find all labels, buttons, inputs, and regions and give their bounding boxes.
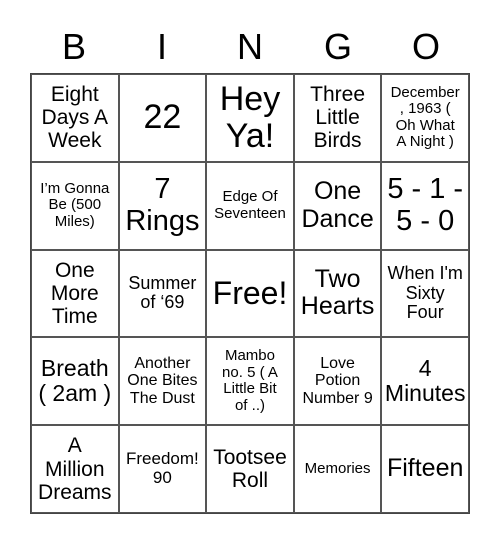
bingo-cell: Three Little Birds xyxy=(293,74,382,162)
bingo-cell: Tootsee Roll xyxy=(206,425,294,513)
bingo-card-grid: Eight Days A Week 22 Hey Ya! Three Little B… xyxy=(30,73,470,514)
header-letter-b: B xyxy=(61,26,86,67)
bingo-cell: Memories xyxy=(293,425,382,513)
bingo-cell: I’m Gonna Be (500 Miles) xyxy=(31,161,119,250)
bingo-cell: Hey Ya! xyxy=(206,74,294,162)
bingo-cell: 5 - 1 - 5 - 0 xyxy=(381,161,469,250)
bingo-cell: Freedom! 90 xyxy=(118,425,207,513)
bingo-cell: When I'm Sixty Four xyxy=(381,249,469,338)
bingo-cell: One Dance xyxy=(293,161,382,250)
header-letter-n: N xyxy=(237,26,263,67)
bingo-cell: Summer of ‘69 xyxy=(118,249,207,338)
bingo-cell: Two Hearts xyxy=(293,249,382,338)
bingo-cell: Fifteen xyxy=(381,425,469,513)
bingo-cell: Love Potion Number 9 xyxy=(293,337,382,426)
bingo-cell: A Million Dreams xyxy=(31,425,119,513)
bingo-cell: Edge Of Seventeen xyxy=(206,161,294,250)
header-letter-g: G xyxy=(323,26,352,67)
bingo-cell: December , 1963 ( Oh What A Night ) xyxy=(381,74,469,162)
bingo-cell: One More Time xyxy=(31,249,119,338)
header-letter-o: O xyxy=(411,26,440,67)
header-letter-i: I xyxy=(156,26,167,67)
bingo-cell: 22 xyxy=(118,74,207,162)
bingo-cell: 4 Minutes xyxy=(381,337,469,426)
bingo-cell: Free! xyxy=(206,249,294,338)
bingo-cell: Breath ( 2am ) xyxy=(31,337,119,426)
bingo-cell: 7 Rings xyxy=(118,161,207,250)
bingo-cell: Another One Bites The Dust xyxy=(118,337,207,426)
bingo-cell: Mambo no. 5 ( A Little Bit of ..) xyxy=(206,337,294,426)
bingo-header: B I N G O xyxy=(30,22,470,72)
bingo-cell: Eight Days A Week xyxy=(31,74,119,162)
